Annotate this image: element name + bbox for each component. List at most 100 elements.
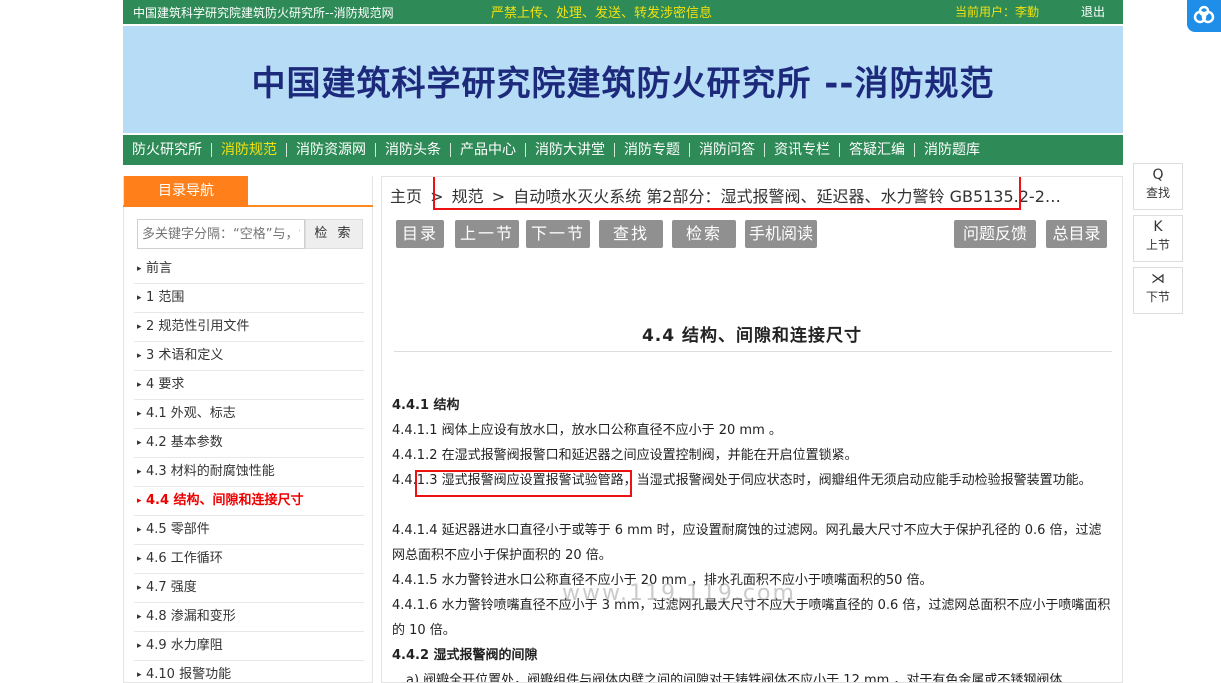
sidebar: 目录导航 检 索 ▸ 前言 ▸ 1 范围 ▸ 2 规范性引用文件 ▸ 3 术语和定义 ▸… xyxy=(123,176,373,683)
page: 中国建筑科学研究院建筑防火研究所--消防规范网 严禁上传、处理、发送、转发涉密信… xyxy=(0,0,1221,683)
next-icon: ⋊ xyxy=(1151,271,1165,287)
prev-icon: K xyxy=(1153,219,1163,235)
toc-item[interactable]: ▸ 4.5 零部件 xyxy=(134,516,364,545)
next-section-button[interactable]: 下一节 xyxy=(526,220,590,248)
bullet-icon: ▸ xyxy=(137,351,142,361)
toc-item[interactable]: ▸ 3 术语和定义 xyxy=(134,342,364,371)
nav-item-fire-institute[interactable]: 防火研究所 xyxy=(123,143,212,157)
float-find-button[interactable]: Q 查找 xyxy=(1133,163,1183,210)
toc-button[interactable]: 目录 xyxy=(396,220,444,248)
watermark: www.119.119.com xyxy=(562,581,796,606)
tab-toc-navigation[interactable]: 目录导航 xyxy=(124,176,248,207)
nav-item-topics[interactable]: 消防专题 xyxy=(615,143,690,157)
nav-item-question-bank[interactable]: 消防题库 xyxy=(915,143,989,157)
toc-item[interactable]: ▸ 4.9 水力摩阻 xyxy=(134,632,364,661)
toc-label: 4.5 零部件 xyxy=(146,522,210,537)
toc-label: 4.8 渗漏和变形 xyxy=(146,609,236,624)
subsection-heading: 4.4.2 湿式报警阀的间隙 xyxy=(392,648,538,663)
toolbar: 目录 上一节 下一节 查找 检索 手机阅读 问题反馈 总目录 xyxy=(396,220,1108,250)
find-button[interactable]: 查找 xyxy=(599,220,663,248)
bullet-icon: ▸ xyxy=(137,496,142,506)
bullet-icon: ▸ xyxy=(137,612,142,622)
section-title: 4.4 结构、间隙和连接尺寸 xyxy=(641,326,863,346)
search-icon: Q xyxy=(1152,167,1164,183)
float-next-button[interactable]: ⋊ 下节 xyxy=(1133,267,1183,314)
top-bar: 中国建筑科学研究院建筑防火研究所--消防规范网 严禁上传、处理、发送、转发涉密信… xyxy=(123,0,1123,24)
toc-item[interactable]: ▸ 2 规范性引用文件 xyxy=(134,313,364,342)
toc-label: 2 规范性引用文件 xyxy=(146,319,250,334)
feedback-button[interactable]: 问题反馈 xyxy=(954,220,1036,248)
toc-label: 4.7 强度 xyxy=(146,580,197,595)
clause-text: 4.4.1.4 延迟器进水口直径小于或等于 6 mm 时，应设置耐腐蚀的过滤网。… xyxy=(392,523,1102,563)
float-prev-label: 上节 xyxy=(1145,238,1170,252)
toc-label: 4.6 工作循环 xyxy=(146,551,223,566)
logout-link[interactable]: 退出 xyxy=(1081,3,1105,20)
toc-label: 4.4 结构、间隙和连接尺寸 xyxy=(146,493,304,508)
float-prev-button[interactable]: K 上节 xyxy=(1133,215,1183,262)
clause-text: 4.4.1.1 阀体上应设有放水口，放水口公称直径不应小于 20 mm 。 xyxy=(392,423,782,438)
bullet-icon: ▸ xyxy=(137,583,142,593)
bullet-icon: ▸ xyxy=(137,380,142,390)
nav-item-news[interactable]: 资讯专栏 xyxy=(765,143,840,157)
toc-item[interactable]: ▸ 4.7 强度 xyxy=(134,574,364,603)
toc-label: 4 要求 xyxy=(146,377,185,392)
bullet-icon: ▸ xyxy=(137,293,142,303)
toc-item[interactable]: ▸ 4.1 外观、标志 xyxy=(134,400,364,429)
prev-section-button[interactable]: 上一节 xyxy=(455,220,519,248)
nav-item-answers[interactable]: 答疑汇编 xyxy=(840,143,915,157)
current-user[interactable]: 当前用户：李勤 xyxy=(955,3,1039,20)
toc-item[interactable]: ▸ 4.6 工作循环 xyxy=(134,545,364,574)
subsection-heading: 4.4.1 结构 xyxy=(392,398,460,413)
nav-item-qa[interactable]: 消防问答 xyxy=(690,143,765,157)
all-toc-button[interactable]: 总目录 xyxy=(1046,220,1107,248)
toc-item[interactable]: ▸ 4.8 渗漏和变形 xyxy=(134,603,364,632)
main-nav: 防火研究所 消防规范 消防资源网 消防头条 产品中心 消防大讲堂 消防专题 消防… xyxy=(123,135,1123,165)
title-divider xyxy=(394,351,1112,352)
toc-label: 4.3 材料的耐腐蚀性能 xyxy=(146,464,275,479)
cloud-logo-icon[interactable] xyxy=(1187,0,1221,32)
toc-item[interactable]: ▸ 前言 xyxy=(134,255,364,284)
clause-text: a) 阀瓣全开位置处，阀瓣组件与阀体内壁之间的间隙对于铸铁阀体不应小于 12 m… xyxy=(406,673,1063,683)
bullet-icon: ▸ xyxy=(137,409,142,419)
content-panel: 主页 > 规范 > 自动喷水灭火系统 第2部分：湿式报警阀、延迟器、水力警铃 G… xyxy=(381,176,1123,683)
bullet-icon: ▸ xyxy=(137,670,142,680)
toc-label: 4.9 水力摩阻 xyxy=(146,638,223,653)
bullet-icon: ▸ xyxy=(137,438,142,448)
bullet-icon: ▸ xyxy=(137,322,142,332)
banner-title: 中国建筑科学研究院建筑防火研究所 --消防规范 xyxy=(251,64,995,104)
toc-label: 4.1 外观、标志 xyxy=(146,406,236,421)
breadcrumb-home[interactable]: 主页 xyxy=(390,187,422,206)
float-next-label: 下节 xyxy=(1145,290,1170,304)
search-input[interactable] xyxy=(137,219,305,249)
toc-label: 前言 xyxy=(146,261,173,276)
toc-item[interactable]: ▸ 4.10 报警功能 xyxy=(134,661,364,683)
toc-item[interactable]: ▸ 4.3 材料的耐腐蚀性能 xyxy=(134,458,364,487)
nav-item-headlines[interactable]: 消防头条 xyxy=(376,143,451,157)
bullet-icon: ▸ xyxy=(137,641,142,651)
toc-label: 3 术语和定义 xyxy=(146,348,224,363)
highlight-box-clause xyxy=(415,470,632,497)
search-doc-button[interactable]: 检索 xyxy=(672,220,736,248)
site-name[interactable]: 中国建筑科学研究院建筑防火研究所--消防规范网 xyxy=(133,4,394,21)
toc-item[interactable]: ▸ 4 要求 xyxy=(134,371,364,400)
nav-item-resources[interactable]: 消防资源网 xyxy=(287,143,376,157)
security-warning: 严禁上传、处理、发送、转发涉密信息 xyxy=(491,6,713,21)
toc-item[interactable]: ▸ 1 范围 xyxy=(134,284,364,313)
nav-item-lectures[interactable]: 消防大讲堂 xyxy=(526,143,615,157)
toc-item-active[interactable]: ▸ 4.4 结构、间隙和连接尺寸 xyxy=(134,487,364,516)
cloud-logo-svg xyxy=(1193,5,1215,24)
toc-list: ▸ 前言 ▸ 1 范围 ▸ 2 规范性引用文件 ▸ 3 术语和定义 ▸ 4 要求 ▸ 4.1… xyxy=(134,255,364,683)
toc-label: 4.10 报警功能 xyxy=(146,667,232,682)
mobile-read-button[interactable]: 手机阅读 xyxy=(745,220,817,248)
bullet-icon: ▸ xyxy=(137,525,142,535)
nav-item-products[interactable]: 产品中心 xyxy=(451,143,526,157)
bullet-icon: ▸ xyxy=(137,467,142,477)
banner: 中国建筑科学研究院建筑防火研究所 --消防规范 xyxy=(123,26,1123,133)
bullet-icon: ▸ xyxy=(137,554,142,564)
bullet-icon: ▸ xyxy=(137,264,142,274)
toc-item[interactable]: ▸ 4.2 基本参数 xyxy=(134,429,364,458)
search-button[interactable]: 检 索 xyxy=(305,219,363,249)
toc-label: 4.2 基本参数 xyxy=(146,435,223,450)
nav-item-fire-codes[interactable]: 消防规范 xyxy=(212,143,287,157)
toc-label: 1 范围 xyxy=(146,290,185,305)
